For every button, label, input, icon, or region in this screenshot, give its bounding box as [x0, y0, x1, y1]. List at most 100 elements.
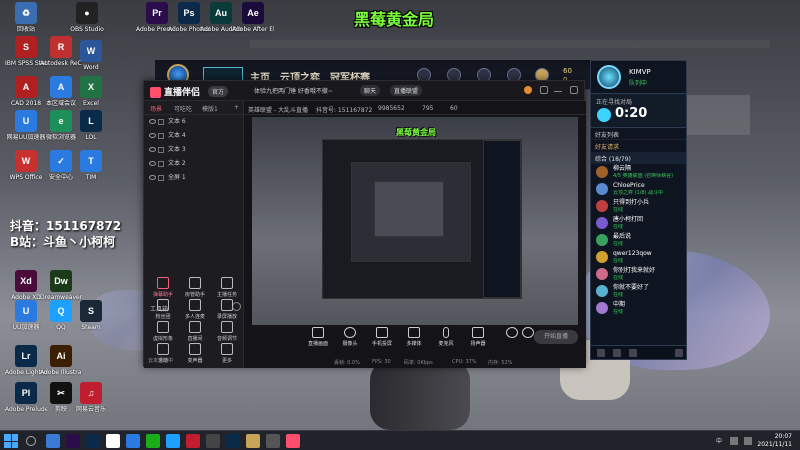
- desktop-icon-word[interactable]: W Word: [70, 40, 112, 71]
- tab-second[interactable]: 可吃吃: [174, 104, 192, 113]
- desktop-icon-lol[interactable]: L LOL: [70, 110, 112, 141]
- taskbar-capcut-icon[interactable]: [106, 434, 120, 448]
- desktop-icon-steam[interactable]: S Steam: [70, 300, 112, 331]
- taskbar-stream-icon[interactable]: [286, 434, 300, 448]
- friend-row[interactable]: 只得到打小兵 在线: [591, 198, 686, 215]
- friend-row[interactable]: 唐小柯打回 在线: [591, 215, 686, 232]
- desktop-icon-obs-studio[interactable]: ● OBS Studio: [66, 2, 108, 33]
- volume-icon[interactable]: [744, 437, 752, 445]
- avatar[interactable]: [597, 65, 621, 89]
- taskbar-app-icon[interactable]: [206, 434, 220, 448]
- scene-row[interactable]: 全屏 1: [144, 171, 243, 185]
- lock-icon[interactable]: [158, 161, 164, 167]
- desktop-icon-illustrator[interactable]: Ai Adobe Illustrator: [40, 345, 82, 376]
- tool-icon: [221, 343, 233, 355]
- desktop-icon-uu[interactable]: U UU加速器: [5, 300, 47, 331]
- scene-row[interactable]: 文本 2: [144, 157, 243, 171]
- desktop-icon-recycle-bin[interactable]: ♻ 回收站: [5, 2, 47, 33]
- desktop-icon-adobe-after-effects[interactable]: Ae Adobe After Effects: [232, 2, 274, 33]
- game-tag[interactable]: 直播联盟: [390, 85, 423, 96]
- desktop-icon-tim[interactable]: T TIM: [70, 150, 112, 181]
- friend-status: 在线: [613, 275, 624, 281]
- eye-icon[interactable]: [149, 147, 156, 152]
- browser-icon: e: [50, 110, 72, 132]
- tool-button[interactable]: 音频调节: [212, 321, 242, 342]
- chat-icon[interactable]: [597, 349, 605, 357]
- eye-icon[interactable]: [149, 175, 156, 180]
- close-icon[interactable]: [570, 86, 578, 94]
- camera-button[interactable]: 摄像头: [336, 327, 364, 347]
- mission-icon[interactable]: [613, 349, 621, 357]
- avatar[interactable]: [524, 86, 532, 94]
- tool-button[interactable]: 多人连麦: [180, 299, 210, 320]
- lock-icon[interactable]: [158, 147, 164, 153]
- tool-button[interactable]: 更多: [212, 343, 242, 364]
- clock[interactable]: 20:07 2021/11/11: [757, 433, 792, 449]
- taskbar-qq-icon[interactable]: [166, 434, 180, 448]
- task-view-icon[interactable]: [46, 434, 60, 448]
- tool-label: 直播间: [187, 336, 203, 342]
- eye-icon[interactable]: [149, 161, 156, 166]
- tool-button[interactable]: 主播任务: [212, 277, 242, 298]
- lock-icon[interactable]: [158, 133, 164, 139]
- friend-row[interactable]: 你别打我来就好 在线: [591, 266, 686, 283]
- search-icon[interactable]: [26, 436, 36, 446]
- network-icon[interactable]: [730, 437, 738, 445]
- desktop-icon-excel[interactable]: X Excel: [70, 76, 112, 107]
- friend-row[interactable]: 柳云隔 4/5 英雄联盟 (召唤师峡谷): [591, 164, 686, 181]
- profile-summary[interactable]: KIMVP 队列中: [591, 61, 686, 94]
- friend-row[interactable]: 最后说 在线: [591, 232, 686, 249]
- help-icon[interactable]: [675, 349, 683, 357]
- tool-button[interactable]: 房管助手: [180, 277, 210, 298]
- eye-icon[interactable]: [149, 133, 156, 138]
- desktop-icon-netease-music[interactable]: ♫ 网易云音乐: [70, 382, 112, 413]
- scene-capture-button[interactable]: 直播画面: [304, 327, 332, 347]
- desktop-icon-label: LOL: [85, 134, 97, 141]
- lock-icon[interactable]: [158, 175, 164, 181]
- tool-button[interactable]: 变声器: [180, 343, 210, 364]
- tab-scenes[interactable]: 场景: [150, 104, 162, 113]
- voice-icon[interactable]: [629, 349, 637, 357]
- friend-row[interactable]: qwer123qow 在线: [591, 249, 686, 266]
- start-icon[interactable]: [4, 434, 18, 448]
- go-live-button[interactable]: 开始直播: [534, 330, 578, 344]
- tool-button[interactable]: 虚拟形象: [148, 321, 178, 342]
- taskbar-lol-icon[interactable]: [226, 434, 240, 448]
- tool-button[interactable]: 直播间: [180, 321, 210, 342]
- taskbar-photoshop-icon[interactable]: [86, 434, 100, 448]
- friend-requests[interactable]: 好友请求: [591, 140, 686, 152]
- tool-button[interactable]: 粉丝团: [148, 299, 178, 320]
- scene-row[interactable]: 文本 6: [144, 115, 243, 129]
- taskbar-wechat-icon[interactable]: [146, 434, 160, 448]
- lock-icon[interactable]: [158, 119, 164, 125]
- taskbar-client-icon[interactable]: [246, 434, 260, 448]
- friend-row[interactable]: ChloePrice 云顶之弈 (1/8) 战斗中: [591, 181, 686, 198]
- tab-template[interactable]: 模版1: [202, 104, 218, 113]
- category-tag[interactable]: 聊天: [360, 85, 381, 96]
- tray-language[interactable]: 中: [716, 436, 722, 445]
- tool-button[interactable]: 录屏播放: [212, 299, 242, 320]
- microphone-button[interactable]: 麦克风: [432, 327, 460, 347]
- room-title[interactable]: 体验九把两门锤 好香哦不撤~: [254, 86, 333, 95]
- taskbar-music-icon[interactable]: [186, 434, 200, 448]
- taskbar-edge-icon[interactable]: [126, 434, 140, 448]
- eye-icon[interactable]: [149, 119, 156, 124]
- friend-group-label[interactable]: 综合 (18/79): [591, 152, 686, 164]
- live-preview[interactable]: 黑莓黄金局: [252, 117, 578, 325]
- media-button[interactable]: 多媒体: [400, 327, 428, 347]
- local-cad-icon: A: [50, 76, 72, 98]
- desktop-icon-dreamweaver[interactable]: Dw Dreamweaver: [40, 270, 82, 301]
- settings-icon[interactable]: [540, 86, 548, 94]
- minimize-icon[interactable]: [554, 91, 562, 92]
- friend-row[interactable]: 你就不要好了 在线: [591, 283, 686, 300]
- taskbar-app-icon[interactable]: [266, 434, 280, 448]
- friend-row[interactable]: 中期 在线: [591, 300, 686, 317]
- taskbar-premiere-icon[interactable]: [66, 434, 80, 448]
- add-tab-icon[interactable]: +: [234, 104, 239, 111]
- phone-cast-button[interactable]: 手机投屏: [368, 327, 396, 347]
- friends-footer: [591, 345, 686, 359]
- scene-row[interactable]: 文本 4: [144, 129, 243, 143]
- speaker-button[interactable]: 扬声器: [464, 327, 492, 347]
- tool-button[interactable]: 弹幕助手: [148, 277, 178, 298]
- scene-row[interactable]: 文本 3: [144, 143, 243, 157]
